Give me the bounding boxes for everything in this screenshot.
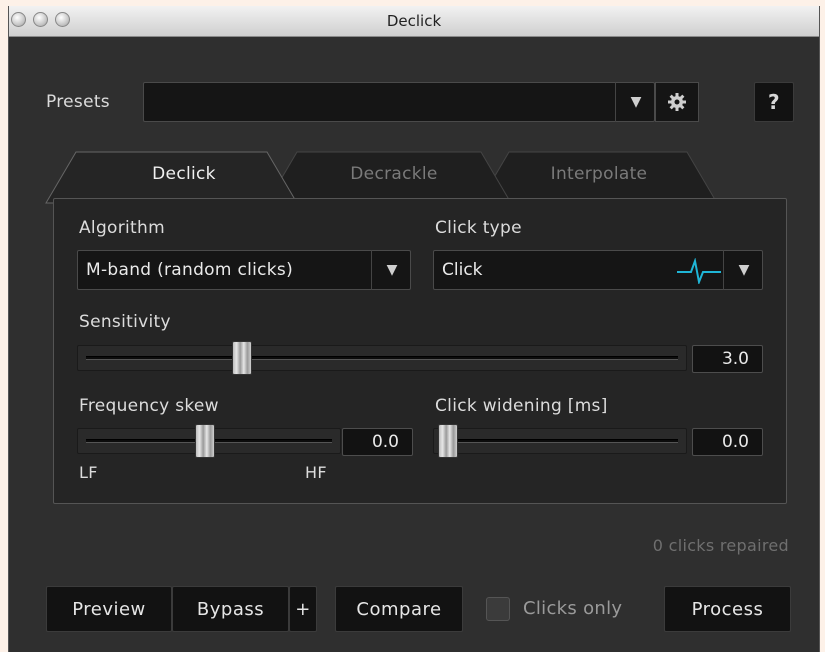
click-waveform-icon <box>677 258 721 284</box>
declick-window: Declick Presets ▼ ? Declick Decrackle In… <box>8 6 820 652</box>
click-widening-slider-track[interactable] <box>442 439 678 443</box>
sensitivity-slider-frame <box>77 345 687 371</box>
window-title: Declick <box>386 12 442 30</box>
algorithm-dropdown[interactable]: M-band (random clicks) <box>77 250 411 290</box>
sensitivity-slider-track[interactable] <box>86 356 678 360</box>
algorithm-value: M-band (random clicks) <box>86 260 294 280</box>
bypass-add-button[interactable]: + <box>289 586 317 632</box>
tab-decrackle[interactable]: Decrackle <box>304 164 484 184</box>
frequency-skew-value-field[interactable]: 0.0 <box>342 428 413 456</box>
process-button[interactable]: Process <box>664 586 791 632</box>
algorithm-chevron-down-icon[interactable]: ▼ <box>371 250 412 290</box>
help-button[interactable]: ? <box>754 82 794 122</box>
presets-chevron-down-icon[interactable]: ▼ <box>615 82 656 122</box>
algorithm-label: Algorithm <box>79 218 165 238</box>
tab-interpolate[interactable]: Interpolate <box>509 164 689 184</box>
click-type-chevron-down-icon[interactable]: ▼ <box>723 250 764 290</box>
click-widening-slider-frame <box>433 428 687 454</box>
preview-button[interactable]: Preview <box>46 586 172 632</box>
sensitivity-label: Sensitivity <box>79 312 171 332</box>
compare-button[interactable]: Compare <box>335 586 463 632</box>
bypass-button[interactable]: Bypass <box>172 586 289 632</box>
title-bar: Declick <box>9 6 819 37</box>
click-widening-slider-handle[interactable] <box>438 424 458 458</box>
presets-label: Presets <box>46 92 110 112</box>
clicks-only-label: Clicks only <box>523 598 623 619</box>
frequency-skew-slider-handle[interactable] <box>195 424 215 458</box>
clicks-repaired-status: 0 clicks repaired <box>652 536 789 555</box>
click-type-label: Click type <box>435 218 522 238</box>
tab-declick[interactable]: Declick <box>99 164 269 184</box>
presets-dropdown[interactable] <box>143 82 655 122</box>
frequency-skew-label: Frequency skew <box>79 396 219 416</box>
click-widening-label: Click widening [ms] <box>435 396 608 416</box>
sensitivity-value-field[interactable]: 3.0 <box>692 345 763 373</box>
click-type-value: Click <box>442 260 483 280</box>
clicks-only-checkbox[interactable] <box>486 597 510 621</box>
sensitivity-slider-handle[interactable] <box>232 341 252 375</box>
click-widening-value-field[interactable]: 0.0 <box>692 428 763 456</box>
frequency-skew-max-label: HF <box>305 463 327 482</box>
frequency-skew-min-label: LF <box>79 463 98 482</box>
presets-gear-icon[interactable] <box>655 82 699 122</box>
